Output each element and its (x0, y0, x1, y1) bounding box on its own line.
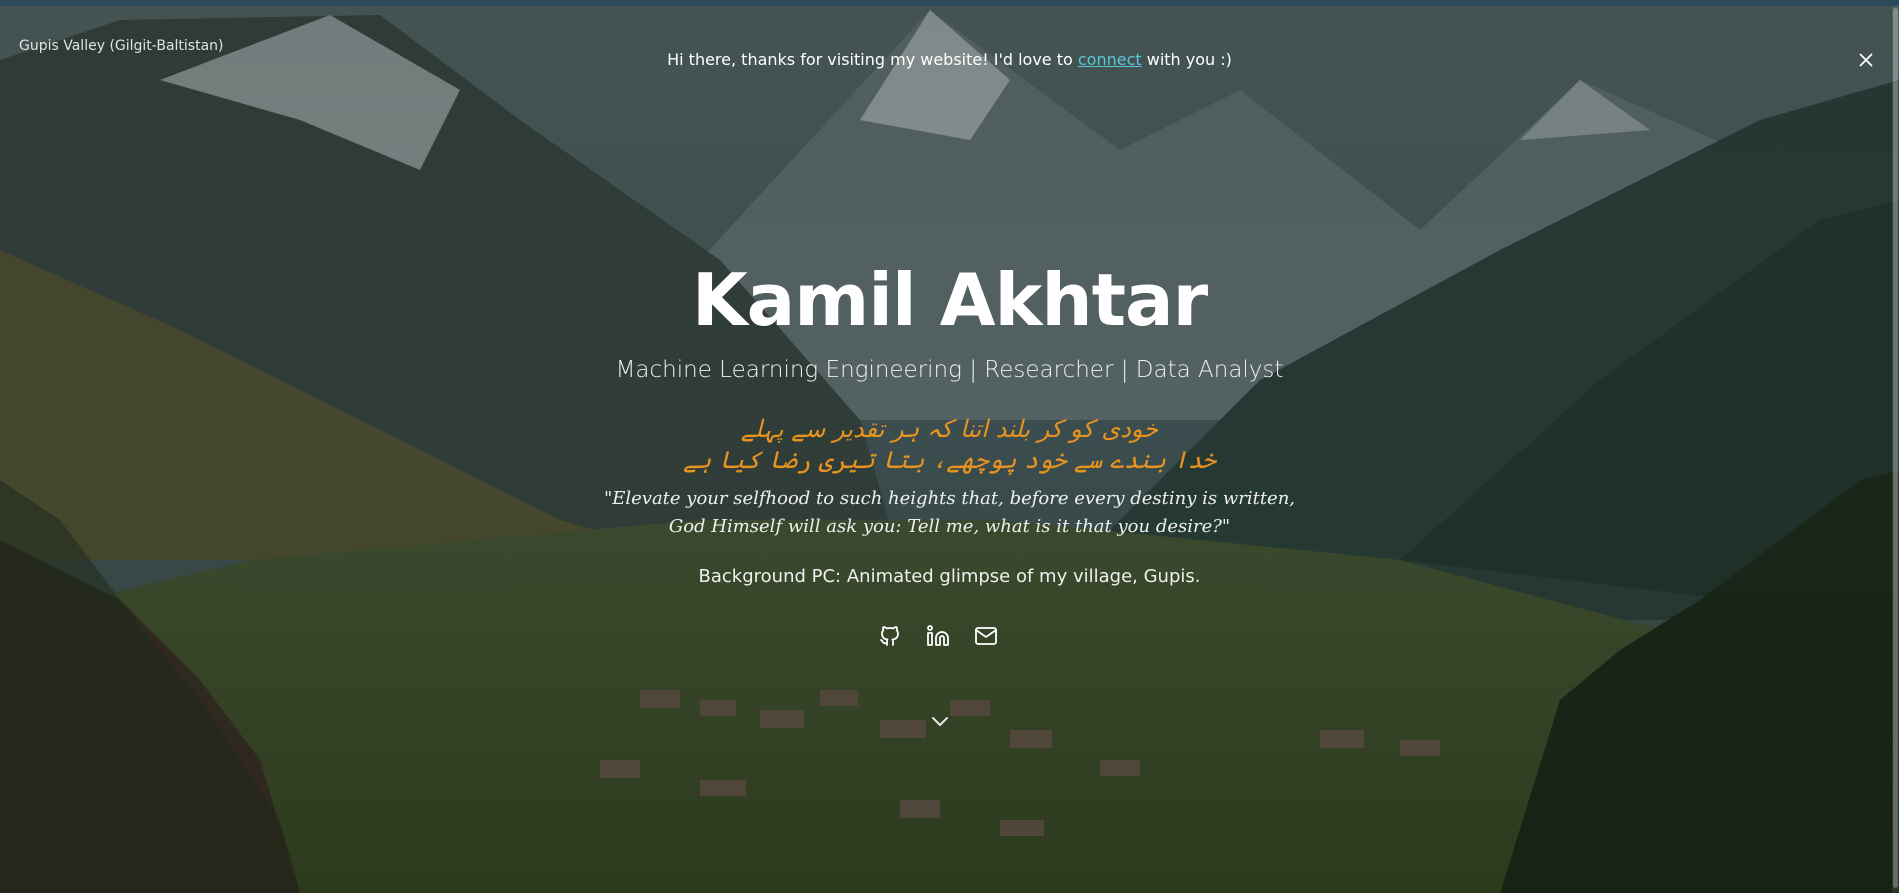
linkedin-icon (927, 625, 949, 646)
email-icon (975, 627, 997, 645)
urdu-line-2: خدا بندے سے خود پوچھے، بتا تیری رضا کیا … (683, 446, 1216, 474)
couplet-translation: "Elevate your selfhood to such heights t… (0, 485, 1899, 541)
urdu-couplet: خودی کو کر بلند اتنا کہ ہر تقدیر سے پہلے… (0, 414, 1899, 476)
background-note: Background PC: Animated glimpse of my vi… (698, 566, 1201, 587)
banner-text-before: Hi there, thanks for visiting my website… (667, 50, 1078, 69)
hero-name: Kamil Akhtar (691, 258, 1208, 342)
email-link[interactable] (974, 624, 1000, 650)
hero-tagline: Machine Learning Engineering | Researche… (615, 357, 1284, 383)
close-banner-button[interactable] (1856, 50, 1876, 70)
welcome-banner: Hi there, thanks for visiting my website… (0, 50, 1899, 69)
banner-text-after: with you :) (1141, 50, 1232, 69)
close-icon (1859, 53, 1873, 67)
translation-line-2: God Himself will ask you: Tell me, what … (668, 516, 1231, 537)
connect-link[interactable]: connect (1078, 50, 1142, 69)
translation-line-1: "Elevate your selfhood to such heights t… (603, 488, 1296, 509)
chevron-down-icon (932, 717, 948, 726)
github-link[interactable] (878, 624, 904, 650)
urdu-line-1: خودی کو کر بلند اتنا کہ ہر تقدیر سے پہلے (740, 415, 1159, 443)
linkedin-link[interactable] (926, 624, 952, 650)
github-icon (880, 626, 899, 646)
window-top-strip (0, 0, 1899, 6)
scroll-down-button[interactable] (928, 709, 952, 733)
